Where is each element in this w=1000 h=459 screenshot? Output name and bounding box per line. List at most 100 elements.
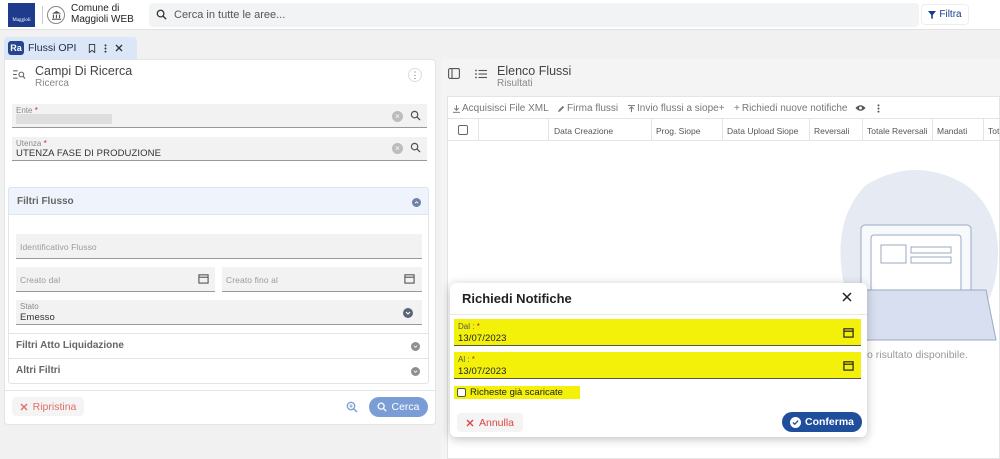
dialog-close-button[interactable] <box>842 292 852 302</box>
more-vertical-icon[interactable] <box>877 104 880 113</box>
select-all-checkbox[interactable] <box>458 125 468 135</box>
column-divider <box>651 119 652 140</box>
ente-field[interactable]: Ente * × <box>12 104 427 128</box>
toolbar-label: Acquisisci File XML <box>462 103 549 114</box>
identificativo-flusso-field[interactable]: Identificativo Flusso <box>16 234 422 259</box>
filtri-atto-header[interactable]: Filtri Atto Liquidazione <box>8 334 429 358</box>
close-icon <box>466 419 474 427</box>
altri-filtri-label: Altri Filtri <box>16 365 61 376</box>
logo-text: Maggioli <box>12 18 31 23</box>
column-header-data-creazione[interactable]: Data Creazione <box>554 126 613 136</box>
dal-label: Dal : * <box>458 322 480 331</box>
close-icon[interactable] <box>115 44 123 52</box>
utenza-value: UTENZA FASE DI PRODUZIONE <box>16 148 162 159</box>
acquisisci-xml-button[interactable]: Acquisisci File XML <box>453 103 549 114</box>
richiedi-notifiche-button[interactable]: + Richiedi nuove notifiche <box>734 103 847 114</box>
filtri-atto-label: Filtri Atto Liquidazione <box>16 340 124 351</box>
creato-fino-placeholder: Creato fino al <box>226 275 278 285</box>
municipality-name[interactable]: Comune di Maggioli WEB <box>71 3 143 25</box>
search-button[interactable]: Cerca <box>369 397 428 417</box>
utenza-field[interactable]: Utenza * UTENZA FASE DI PRODUZIONE × <box>12 137 427 161</box>
expand-icon[interactable] <box>411 342 420 351</box>
richieste-scaricate-checkbox[interactable] <box>457 388 466 397</box>
chevron-down-icon[interactable] <box>403 308 413 318</box>
reset-label: Ripristina <box>32 400 77 413</box>
filtri-flusso-label: Filtri Flusso <box>17 196 74 207</box>
filtri-flusso-header[interactable]: Filtri Flusso <box>8 187 429 215</box>
column-header-prog-siope[interactable]: Prog. Siope <box>656 126 700 136</box>
calendar-icon[interactable] <box>198 273 209 284</box>
expand-icon[interactable] <box>411 367 420 376</box>
dal-date-field[interactable]: Dal : * 13/07/2023 <box>454 319 861 346</box>
column-header-data-upload-siope[interactable]: Data Upload Siope <box>727 126 798 136</box>
column-header-totale-reversali[interactable]: Totale Reversali <box>867 126 927 136</box>
table-header-top-border <box>448 118 1000 119</box>
sidebar-toggle-icon[interactable] <box>448 68 460 79</box>
table-header-bottom-border <box>448 140 1000 141</box>
collapse-icon[interactable] <box>412 198 421 207</box>
identificativo-placeholder: Identificativo Flusso <box>20 242 97 252</box>
panel-title: Campi Di Ricerca <box>35 64 133 78</box>
download-icon <box>453 104 460 113</box>
reset-button[interactable]: Ripristina <box>12 397 84 416</box>
confirm-button[interactable]: Conferma <box>782 412 862 432</box>
column-header-mandati[interactable]: Mandati <box>937 126 967 136</box>
column-divider <box>862 119 863 140</box>
upload-icon <box>628 104 635 113</box>
al-date-field[interactable]: Al : * 13/07/2023 <box>454 352 861 379</box>
search-icon[interactable] <box>410 142 421 153</box>
altri-filtri-header[interactable]: Altri Filtri <box>8 359 429 383</box>
toolbar-label: Firma flussi <box>567 103 619 114</box>
search-icon <box>156 9 167 20</box>
calendar-icon[interactable] <box>843 327 854 338</box>
filter-label: Filtra <box>939 9 962 20</box>
empty-state-text: o risultato disponibile. <box>867 349 968 361</box>
confirm-label: Conferma <box>804 416 854 428</box>
panel-menu-button[interactable]: ⋮ <box>408 68 422 82</box>
close-icon <box>842 292 852 302</box>
column-header-reversali[interactable]: Reversali <box>814 126 849 136</box>
clear-icon[interactable]: × <box>392 111 403 122</box>
column-divider <box>722 119 723 140</box>
zoom-search-icon[interactable] <box>346 401 358 413</box>
cancel-button[interactable]: Annulla <box>457 413 523 432</box>
ente-value-redacted <box>16 114 112 124</box>
clear-icon[interactable]: × <box>392 143 403 154</box>
search-label: Cerca <box>391 401 420 413</box>
utenza-label: Utenza * <box>16 139 47 148</box>
cancel-label: Annulla <box>478 416 515 429</box>
invio-flussi-button[interactable]: Invio flussi a siope+ <box>628 103 725 114</box>
filter-button[interactable]: Filtra <box>921 4 969 25</box>
header-divider <box>42 6 43 24</box>
search-icon[interactable] <box>410 110 421 121</box>
global-search <box>149 3 919 27</box>
eye-icon[interactable] <box>855 104 866 112</box>
column-divider <box>478 119 479 140</box>
column-divider <box>932 119 933 140</box>
bookmark-icon[interactable] <box>88 43 96 53</box>
footer-divider <box>4 390 436 391</box>
results-subtitle: Risultati <box>497 78 533 89</box>
column-divider <box>983 119 984 140</box>
checkbox-label: Richeste già scaricate <box>470 387 563 398</box>
tab-flussi-opi[interactable]: Ra Flussi OPI <box>4 37 137 59</box>
calendar-icon[interactable] <box>843 360 854 371</box>
al-label: Al : * <box>458 355 475 364</box>
column-divider <box>548 119 549 140</box>
calendar-icon[interactable] <box>404 273 415 284</box>
firma-flussi-button[interactable]: Firma flussi <box>557 103 618 114</box>
creato-fino-al-field[interactable]: Creato fino al <box>222 267 422 292</box>
stato-select[interactable]: Stato Emesso <box>16 300 422 325</box>
creato-dal-field[interactable]: Creato dal <box>16 267 215 292</box>
richieste-scaricate-checkbox-row[interactable]: Richeste già scaricate <box>454 386 580 399</box>
global-search-input[interactable] <box>174 3 894 27</box>
more-vertical-icon[interactable] <box>104 43 107 53</box>
column-divider <box>809 119 810 140</box>
municipality-logo[interactable]: Maggioli <box>8 3 35 27</box>
panel-subtitle: Ricerca <box>35 78 69 89</box>
list-icon <box>475 69 487 79</box>
column-header-totale-mandati[interactable]: Tot <box>988 126 999 136</box>
pen-icon <box>557 105 565 113</box>
stato-value: Emesso <box>20 312 55 323</box>
stato-label: Stato <box>20 302 39 311</box>
